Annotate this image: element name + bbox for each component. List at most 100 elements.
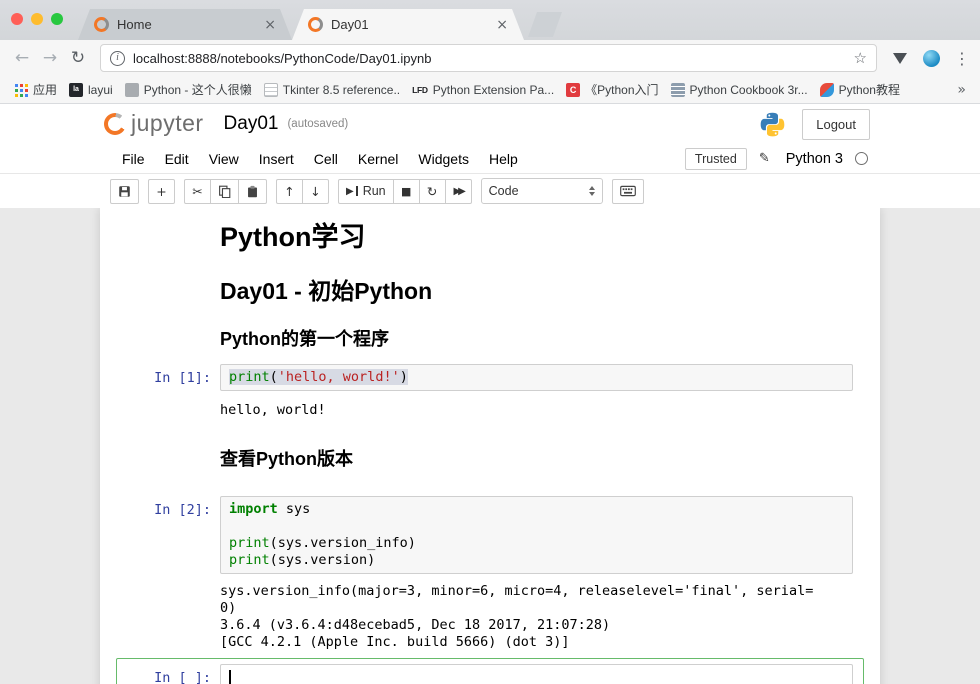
jupyter-page: jupyter Day01 (autosaved) Logout File Ed… [0, 104, 980, 684]
menu-insert[interactable]: Insert [249, 151, 304, 167]
notebook-container: Python学习 Day01 - 初始Python Python的第一个程序 I… [100, 208, 880, 684]
menu-view[interactable]: View [199, 151, 249, 167]
restart-run-all-button[interactable]: ▶▶ [445, 179, 472, 204]
trusted-badge[interactable]: Trusted [685, 148, 747, 170]
tab-home[interactable]: Home × [78, 9, 292, 40]
code-cell-2[interactable]: In [2]: import sysprint(sys.version_info… [122, 496, 858, 574]
interrupt-kernel-button[interactable]: ■ [393, 179, 420, 204]
markdown-cell-first-program[interactable]: Python的第一个程序 [122, 328, 858, 350]
keyboard-icon [620, 185, 636, 197]
bookmark-python-intro[interactable]: C 《Python入门 [560, 79, 664, 100]
bookmark-label: 应用 [33, 81, 57, 98]
window-minimize-button[interactable] [31, 13, 43, 25]
extension-download-icon[interactable] [893, 53, 907, 64]
notebook-scroll-area[interactable]: Python学习 Day01 - 初始Python Python的第一个程序 I… [0, 208, 980, 684]
text-cursor [229, 670, 231, 684]
bookmark-layui[interactable]: la layui [63, 81, 119, 99]
back-icon[interactable]: ← [10, 48, 34, 68]
bookmark-label: layui [88, 83, 113, 97]
feather-favicon [820, 83, 834, 97]
output-text-1: hello, world! [220, 402, 853, 419]
bookmark-python-cookbook[interactable]: Python Cookbook 3r... [665, 81, 814, 99]
menu-help[interactable]: Help [479, 151, 528, 167]
heading-first-program: Python的第一个程序 [220, 328, 853, 350]
copy-cell-button[interactable] [210, 179, 239, 204]
jupyter-favicon [94, 17, 109, 32]
page-favicon [264, 83, 278, 97]
menu-edit[interactable]: Edit [155, 151, 199, 167]
bookmark-label: Python - 这个人很懒 [144, 81, 252, 98]
cell-type-value: Code [489, 184, 519, 198]
heading-day01: Day01 - 初始Python [220, 278, 853, 304]
lfd-favicon: LFD [412, 83, 428, 97]
run-label: Run [363, 184, 386, 198]
copy-icon [218, 185, 231, 198]
cell-prompt [122, 328, 220, 350]
tab-label: Day01 [331, 17, 490, 32]
save-button[interactable] [110, 179, 139, 204]
address-bar[interactable]: i localhost:8888/notebooks/PythonCode/Da… [100, 44, 877, 72]
bookmarks-overflow-icon[interactable]: » [951, 82, 972, 98]
output-prompt [122, 402, 220, 419]
menu-kernel[interactable]: Kernel [348, 151, 408, 167]
input-prompt: In [2]: [122, 496, 220, 574]
bookmark-apps[interactable]: 应用 [8, 79, 63, 100]
move-cell-up-button[interactable]: ↑ [276, 179, 303, 204]
tab-strip: Home × Day01 × [0, 0, 980, 40]
menu-widgets[interactable]: Widgets [408, 151, 479, 167]
code-input-1[interactable]: print('hello, world!') [220, 364, 853, 391]
input-prompt: In [ ]: [122, 664, 220, 684]
bookmark-python-blog[interactable]: Python - 这个人很懒 [119, 79, 258, 100]
cell-type-select[interactable]: Code [481, 178, 603, 204]
logout-button[interactable]: Logout [802, 109, 870, 140]
bookmark-python-tutorial[interactable]: Python教程 [814, 79, 906, 100]
new-tab-button[interactable] [528, 12, 562, 37]
window-zoom-button[interactable] [51, 13, 63, 25]
heading-python-study: Python学习 [220, 222, 853, 252]
tab-day01[interactable]: Day01 × [292, 9, 524, 40]
forward-icon[interactable]: → [38, 48, 62, 68]
code-input-2[interactable]: import sysprint(sys.version_info)print(s… [220, 496, 853, 574]
notebook-title[interactable]: Day01 [224, 113, 279, 135]
markdown-cell-title[interactable]: Python学习 [122, 222, 858, 252]
jupyter-logo[interactable]: jupyter [104, 112, 204, 137]
page-info-icon[interactable]: i [110, 51, 125, 66]
add-cell-button[interactable]: + [148, 179, 175, 204]
menu-cell[interactable]: Cell [304, 151, 348, 167]
window-close-button[interactable] [11, 13, 23, 25]
book-favicon [671, 83, 685, 97]
reload-icon[interactable]: ↻ [66, 48, 90, 68]
browser-menu-icon[interactable]: ⋮ [954, 49, 970, 68]
autosave-status: (autosaved) [287, 118, 348, 130]
markdown-cell-day01[interactable]: Day01 - 初始Python [122, 278, 858, 304]
site-favicon [125, 83, 139, 97]
paste-cell-button[interactable] [238, 179, 267, 204]
cut-cell-button[interactable]: ✂ [184, 179, 211, 204]
bookmark-tkinter-reference[interactable]: Tkinter 8.5 reference.. [258, 81, 406, 99]
output-text-2: sys.version_info(major=3, minor=6, micro… [220, 583, 853, 651]
bookmark-star-icon[interactable]: ☆ [854, 49, 867, 67]
bookmark-label: Python Extension Pa... [433, 83, 554, 97]
tab-close-icon[interactable]: × [496, 17, 508, 33]
markdown-cell-check-version[interactable]: 查看Python版本 [122, 448, 858, 470]
notebook-toolbar: + ✂ ↑ ↓ ▶ Ru [0, 174, 980, 208]
tab-close-icon[interactable]: × [264, 17, 276, 33]
extension-globe-icon[interactable] [923, 50, 940, 67]
c-favicon: C [566, 83, 580, 97]
browser-toolbar: ← → ↻ i localhost:8888/notebooks/PythonC… [0, 40, 980, 76]
menu-file[interactable]: File [112, 151, 155, 167]
step-forward-bar [356, 186, 358, 196]
url-text[interactable]: localhost:8888/notebooks/PythonCode/Day0… [133, 51, 846, 66]
code-cell-1[interactable]: In [1]: print('hello, world!') [122, 364, 858, 391]
run-cell-button[interactable]: ▶ Run [338, 179, 394, 204]
restart-kernel-button[interactable]: ↻ [419, 179, 446, 204]
select-arrows-icon [589, 186, 595, 196]
code-input-empty[interactable] [220, 664, 853, 684]
kernel-name: Python 3 [786, 151, 843, 167]
bookmarks-bar: 应用 la layui Python - 这个人很懒 Tkinter 8.5 r… [0, 76, 980, 104]
move-cell-down-button[interactable]: ↓ [302, 179, 329, 204]
command-palette-button[interactable] [612, 179, 644, 204]
output-prompt [122, 583, 220, 651]
bookmark-python-extension[interactable]: LFD Python Extension Pa... [406, 81, 560, 99]
code-cell-empty-selected[interactable]: In [ ]: [116, 658, 864, 684]
